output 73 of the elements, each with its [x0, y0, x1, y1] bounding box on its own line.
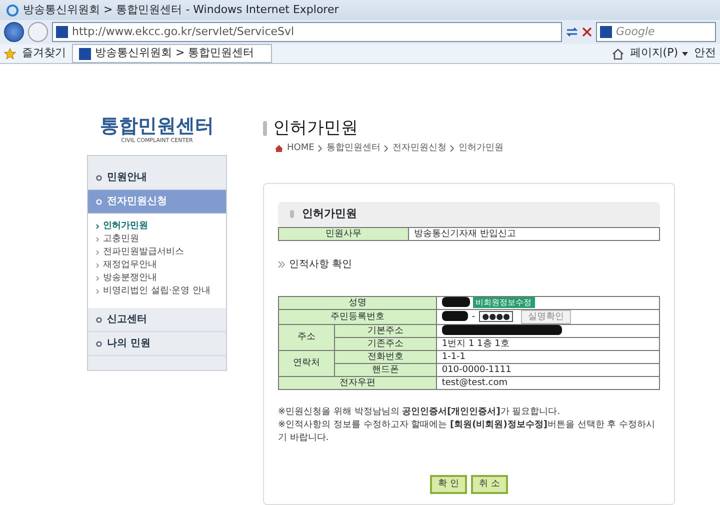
sidebar-item[interactable]: 나의 민원 — [88, 332, 226, 356]
note-text: ※민원신청을 위해 박정남님의 공인인증서[개인인증서]가 필요합니다. — [278, 406, 562, 418]
form-button[interactable]: 확 인 — [430, 474, 467, 494]
submenu-item[interactable]: 인허가민원 — [96, 220, 222, 234]
page-menu[interactable]: 페이지(P) — [630, 45, 688, 62]
separator-text: - — [472, 312, 476, 322]
url-text: http://www.ekcc.go.kr/servlet/ServiceSvl — [72, 24, 294, 40]
caret-icon — [682, 52, 688, 56]
table-label: 성명 — [278, 296, 436, 309]
table-label: 연락처 — [278, 350, 334, 376]
refresh-icon[interactable] — [566, 26, 578, 38]
favorites-button[interactable]: 즐겨찾기 — [22, 45, 66, 62]
chevron-icon — [96, 250, 99, 256]
browser-tab[interactable]: 방송통신위원회 > 통합민원센터 — [72, 44, 272, 63]
submenu-item[interactable]: 비영리법인 설립·운영 안내 — [96, 285, 222, 298]
breadcrumb-item[interactable]: 통합민원센터 — [326, 142, 380, 155]
table-label: 핸드폰 — [334, 363, 436, 376]
subheading: 인적사항 확인 — [289, 258, 352, 272]
bullet-icon — [290, 210, 294, 218]
chevron-icon — [450, 144, 454, 152]
table-label: 전자우편 — [278, 376, 436, 389]
table-label: 주민등록번호 — [278, 309, 436, 324]
safety-menu[interactable]: 안전 — [694, 45, 716, 62]
chevron-icon — [96, 224, 99, 230]
table-label: 민원사무 — [278, 227, 408, 240]
page-title: 인허가민원 — [273, 117, 358, 140]
table-cell: 1번지 1 1층 1호 — [436, 337, 660, 350]
breadcrumb-item[interactable]: 전자민원신청 — [392, 142, 446, 155]
section-title: 인허가민원 — [302, 206, 357, 222]
search-engine-icon — [600, 26, 612, 38]
search-field[interactable]: Google — [596, 22, 716, 42]
submenu-item[interactable]: 방송분쟁안내 — [96, 272, 222, 286]
star-icon — [4, 48, 16, 60]
bullet-icon — [96, 174, 102, 181]
chevron-icon — [96, 237, 99, 242]
submenu-item[interactable]: 전파민원발급서비스 — [96, 246, 222, 260]
search-placeholder: Google — [616, 24, 655, 40]
chevron-icon — [318, 144, 322, 152]
site-icon — [56, 26, 68, 38]
bullet-icon — [96, 340, 102, 347]
masked-field[interactable]: ●●●● — [479, 310, 514, 322]
table-label: 전화번호 — [334, 350, 436, 363]
close-icon[interactable] — [582, 27, 592, 37]
chevron-icon — [96, 263, 99, 268]
table-label: 주소 — [278, 324, 334, 350]
submenu-item[interactable]: 고충민원 — [96, 233, 222, 246]
window-title: 방송통신위원회 > 통합민원센터 - Windows Internet Explorer — [23, 2, 339, 18]
form-button[interactable]: 취 소 — [471, 474, 508, 494]
breadcrumb-item[interactable]: HOME — [287, 142, 314, 155]
sidebar-item[interactable]: 신고센터 — [88, 308, 226, 332]
table-cell: 1-1-1 — [436, 350, 660, 363]
table-cell: 010-0000-1111 — [436, 363, 660, 376]
home-icon[interactable] — [612, 48, 624, 60]
chevron-icon — [384, 144, 388, 152]
bullet-icon — [96, 198, 102, 205]
home-icon — [275, 144, 283, 152]
site-icon — [79, 48, 91, 60]
title-bar-icon — [263, 121, 267, 136]
bullet-icon — [96, 316, 102, 323]
logo-title: 통합민원센터 — [99, 116, 215, 137]
table-label: 기존주소 — [334, 337, 436, 350]
submenu-item[interactable]: 재정업무안내 — [96, 259, 222, 272]
chevron-icon — [96, 289, 99, 294]
table-label: 기본주소 — [334, 324, 436, 337]
chevron-icon — [96, 276, 99, 282]
browser-logo-icon — [6, 4, 19, 16]
double-chevron-icon — [278, 260, 285, 268]
breadcrumb-item: 인허가민원 — [458, 142, 504, 154]
back-button[interactable] — [4, 22, 24, 42]
table-cell: 방송통신기자재 반입신고 — [408, 227, 660, 240]
address-bar[interactable]: http://www.ekcc.go.kr/servlet/ServiceSvl — [52, 22, 562, 42]
table-cell: test@test.com — [436, 376, 660, 389]
note-text: ※인적사항의 정보를 수정하고자 할때에는 [회원(비회원)정보수정]버튼을 선택한 후 수정하시기 바랍니다. — [278, 418, 656, 445]
